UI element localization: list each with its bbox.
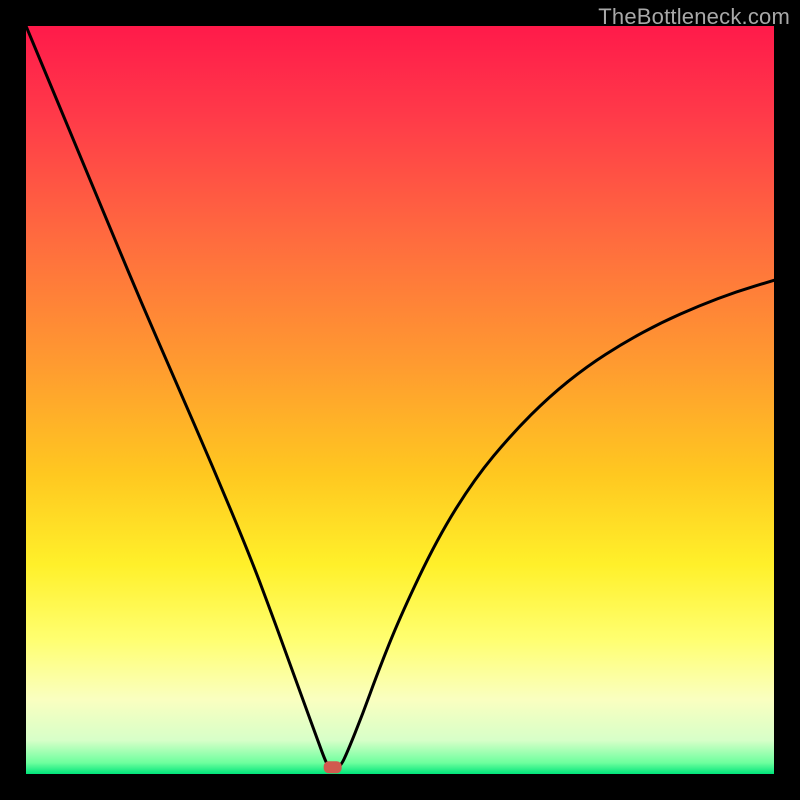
- gradient-background: [26, 26, 774, 774]
- bottleneck-chart: [26, 26, 774, 774]
- chart-frame: TheBottleneck.com: [0, 0, 800, 800]
- plot-area: [26, 26, 774, 774]
- optimal-point-marker: [324, 761, 342, 773]
